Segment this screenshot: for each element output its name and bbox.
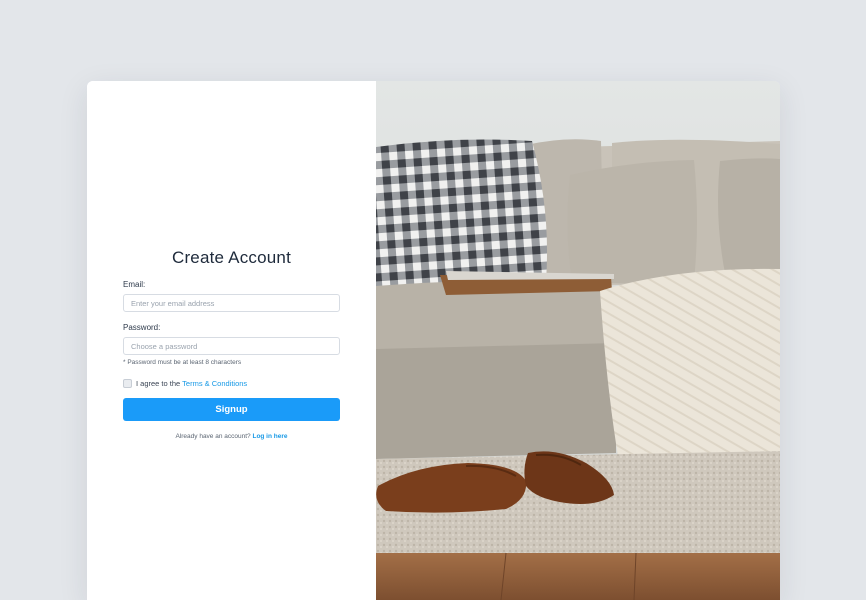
signup-card: Create Account Email: Password: * Passwo…	[87, 81, 780, 600]
wooden-floor	[376, 553, 780, 600]
terms-agreement-prefix: I agree to the	[136, 378, 181, 388]
throw-pillow	[567, 160, 697, 284]
email-label: Email:	[123, 280, 146, 289]
login-prompt-line: Already have an account? Log in here	[123, 433, 340, 440]
living-room-photo	[376, 81, 780, 600]
password-hint: * Password must be at least 8 characters	[123, 359, 242, 366]
terms-agreement-text: I agree to the Terms & Conditions	[136, 379, 247, 388]
password-label: Password:	[123, 323, 161, 332]
page-title: Create Account	[171, 248, 292, 267]
password-field[interactable]	[123, 337, 340, 355]
throw-pillow	[718, 158, 780, 278]
terms-agreement-row: I agree to the Terms & Conditions	[123, 377, 340, 389]
login-link[interactable]: Log in here	[252, 433, 287, 440]
signup-form: Create Account Email: Password: * Passwo…	[123, 247, 340, 440]
living-room-illustration	[376, 81, 780, 600]
signup-form-pane: Create Account Email: Password: * Passwo…	[87, 81, 376, 600]
checkered-pillow	[376, 139, 548, 289]
terms-checkbox[interactable]	[123, 378, 132, 388]
sofa-base	[376, 343, 616, 459]
signup-button[interactable]: Signup	[123, 398, 340, 421]
email-field[interactable]	[123, 294, 340, 312]
terms-link[interactable]: Terms & Conditions	[182, 379, 247, 388]
login-prompt-text: Already have an account?	[175, 433, 251, 440]
